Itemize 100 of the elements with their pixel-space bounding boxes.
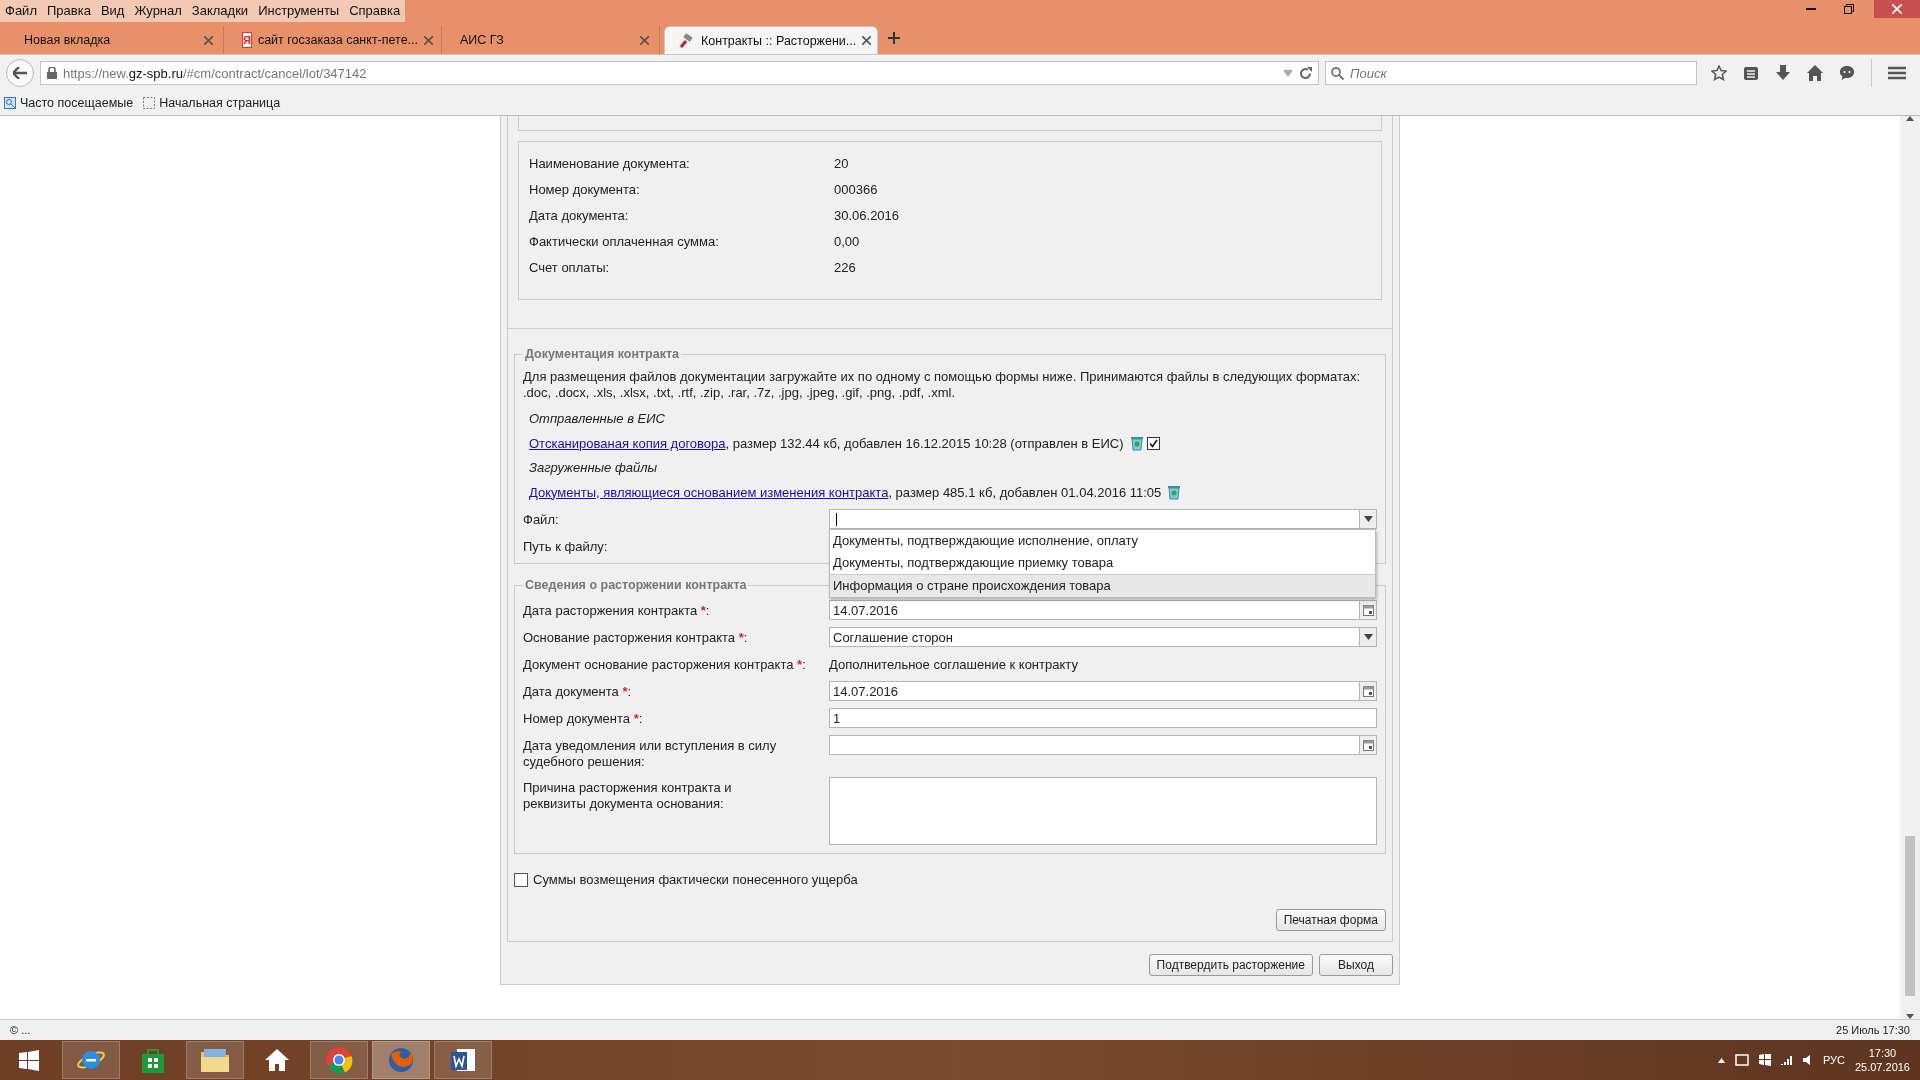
field-value: 20 [834,156,850,171]
bookmark-star-icon[interactable] [1711,65,1727,81]
field-label: Дата документа *: [523,683,633,700]
menu-item[interactable]: Правка [41,0,96,22]
dropdown-option[interactable]: Документы, подтверждающие приемку товара [830,552,1375,574]
close-icon [1892,4,1902,14]
field-label: Документ основание расторжения контракта *: [523,656,807,673]
field-value: 000366 [834,182,879,197]
download-icon[interactable] [1775,65,1791,81]
taskbar-button[interactable] [186,1041,244,1079]
scroll-thumb[interactable] [1905,836,1915,996]
field-label: Дата расторжения контракта *: [523,602,711,619]
menu-item[interactable]: Журнал [129,0,187,22]
new-tab-icon[interactable] [888,32,900,44]
home-icon[interactable] [264,1048,290,1072]
show-hidden-icon[interactable] [1717,1057,1725,1063]
taskbar-button[interactable] [310,1041,368,1079]
menu-item[interactable]: Справка [344,0,406,22]
date-field[interactable] [829,735,1377,755]
field-value: Дополнительное соглашение к контракту [829,656,1079,672]
date-field[interactable]: 14.07.2016 [829,600,1377,620]
chat-bubble-icon[interactable] [1839,65,1855,81]
language-indicator[interactable]: РУС [1822,1054,1845,1066]
section-title: Документация контракта [524,347,680,361]
action-button[interactable]: Выход [1319,954,1393,976]
field-label: Файл: [523,511,560,528]
reload-icon[interactable] [1299,66,1312,80]
tab-favicon-icon: Я [242,32,252,48]
calendar-icon[interactable] [1362,604,1374,616]
blank-page-icon [143,97,156,109]
field-value: 0,00 [834,234,861,249]
instructions-text: Для размещения файлов документации загружайте их по одному с помощью формы ниже. Принимаются файлы в следующих форматах: .doc, .docx, .xls, .xlsx, .txt, .rtf, .zip, .rar, .7z, .jpg, .jpeg, .gif, .png, .pdf, .xml. [523,369,1362,401]
dropdown-arrow-icon[interactable] [1363,634,1373,640]
close-button[interactable] [1874,0,1920,18]
round-browser-icon[interactable] [325,1046,353,1074]
field-label: Номер документа *: [523,710,644,727]
windows-icon[interactable] [1758,1054,1771,1066]
search-icon [1331,67,1344,80]
folder-icon[interactable] [200,1047,230,1073]
bookmark-item[interactable]: Часто посещаемые [4,96,134,110]
calendar-icon[interactable] [1362,685,1374,697]
close-tab-icon[interactable] [204,35,213,45]
clock[interactable]: 17:30 25.07.2016 [1854,1046,1910,1074]
device-icon[interactable] [1734,1054,1749,1066]
menu-icon[interactable] [1888,66,1906,80]
home-icon[interactable] [1807,65,1823,81]
textarea-field[interactable] [829,777,1377,845]
field-value: 226 [834,260,857,275]
scrollbar[interactable] [1900,116,1920,1019]
dropdown-option[interactable]: Документы, подтверждающие исполнение, оплату [830,530,1375,552]
back-button[interactable] [6,59,34,87]
shopping-bag-icon[interactable] [140,1046,166,1074]
lock-icon [47,67,57,79]
close-tab-icon[interactable] [862,36,872,45]
close-tab-icon[interactable] [424,35,434,45]
field-label: Основание расторжения контракта *: [523,629,749,646]
gavel-icon [679,32,695,49]
group-heading: Отправленные в ЕИС [529,411,666,426]
search-field[interactable]: Поиск [1325,61,1697,85]
menu-item[interactable]: Файл [0,0,42,22]
signal-icon[interactable] [1780,1055,1793,1065]
field-label: Наименование документа: [529,156,691,171]
trash-bin-icon[interactable] [1167,484,1182,500]
status-text: © ... [10,1024,31,1036]
menu-item[interactable]: Вид [95,0,130,22]
status-text: 25 Июль 17:30 [1836,1024,1910,1036]
menu-item[interactable]: Закладки [186,0,254,22]
calendar-icon[interactable] [1362,739,1374,751]
group-heading: Загруженные файлы [529,460,659,475]
field-label: Счет оплаты: [529,260,611,275]
menu-item[interactable]: Инструменты [253,0,345,22]
dropdown-option[interactable]: Информация о стране происхождения товара [830,574,1375,597]
taskbar-button[interactable] [434,1041,492,1079]
checkbox[interactable] [514,872,528,887]
speaker-icon[interactable] [1802,1055,1813,1065]
select-field[interactable]: Соглашение сторон [829,627,1377,647]
minimize-icon [1806,8,1816,10]
date-field[interactable]: 14.07.2016 [829,681,1377,701]
reading-list-icon[interactable] [1743,65,1759,81]
browser-tab[interactable]: Контракты :: Расторжени... [664,26,878,54]
close-tab-icon[interactable] [640,35,649,45]
field-label: Дата уведомления или вступления в силу судебного решения: [523,737,778,770]
field-label: Номер документа: [529,182,641,197]
file-link[interactable]: Отсканированая копия договора [529,435,726,451]
section-title: Сведения о расторжении контракта [524,578,748,592]
document-w-icon[interactable] [449,1046,477,1074]
action-button[interactable]: Подтвердить расторжение [1148,954,1313,976]
back-arrow-icon [13,67,27,79]
taskbar-button[interactable] [62,1041,120,1079]
field-label: Фактически оплаченная сумма: [529,234,720,249]
dropdown-arrow-icon[interactable] [1363,516,1373,522]
sent-checkbox[interactable] [1146,436,1160,450]
checkbox-label: Суммы возмещения фактически понесенного ущерба [533,872,858,887]
field-label: Причина расторжения контракта и реквизиты документа основания: [523,779,733,812]
file-details: , размер 132.44 кб, добавлен 16.12.2015 10:28 (отправлен в ЕИС) [725,435,1124,451]
input-field[interactable]: 1 [829,708,1377,728]
print-form-button[interactable]: Печатная форма [1275,909,1386,931]
windows-icon[interactable] [18,1049,40,1071]
address-bar[interactable]: https://new.gz-spb.ru/#cm/contract/cancel/lot/347142 [40,61,1319,85]
bookmark-item[interactable]: Начальная страница [143,96,281,110]
